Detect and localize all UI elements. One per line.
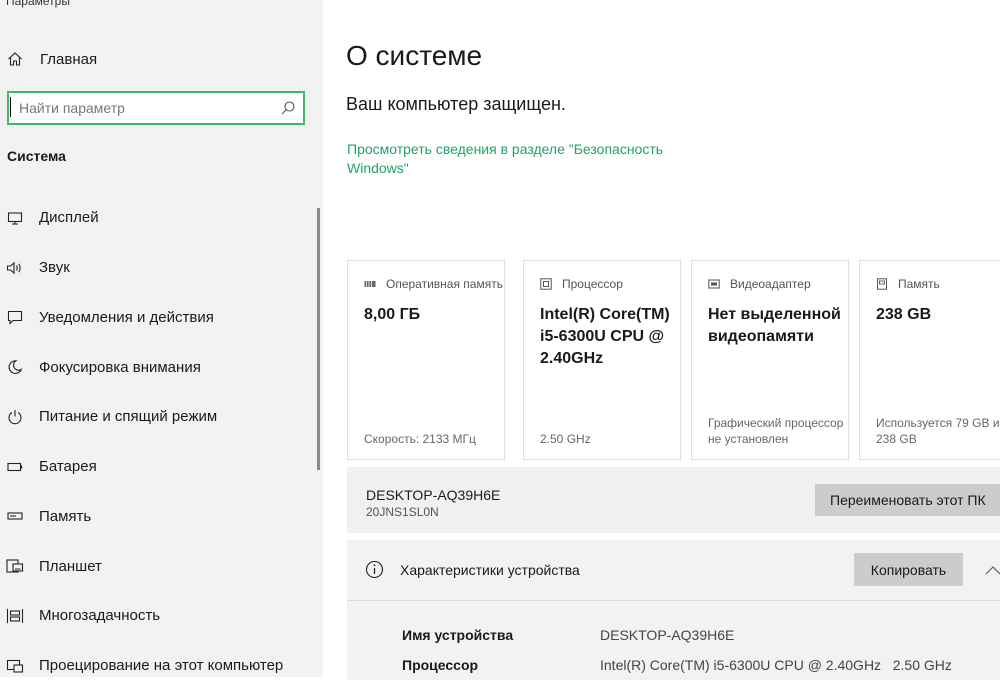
sidebar-item-label: Дисплей [39, 209, 99, 227]
sidebar-item-label: Многозадачность [39, 607, 161, 625]
search-box[interactable] [7, 91, 305, 125]
nav-home[interactable]: Главная [0, 45, 323, 73]
sidebar-item-multitasking[interactable]: Многозадачность [0, 591, 318, 641]
notifications-icon [6, 309, 24, 326]
pc-model: 20JNS1SL0N [366, 505, 439, 519]
text-cursor [10, 97, 11, 117]
security-link[interactable]: Просмотреть сведения в разделе "Безопасн… [347, 140, 687, 178]
search-input[interactable] [9, 93, 269, 123]
home-icon [7, 51, 23, 67]
card-footer: 2.50 GHz [540, 432, 591, 446]
pc-name: DESKTOP-AQ39H6E [366, 487, 501, 503]
card-footer: Используется 79 GB из 238 GB [876, 416, 1000, 446]
projecting-icon [6, 658, 24, 674]
card-footer: Графический процессор не установлен [708, 416, 844, 446]
card-processor: Процессор Intel(R) Core(TM) i5-6300U CPU… [523, 260, 681, 460]
spec-value: DESKTOP-AQ39H6E [600, 627, 735, 643]
device-specs-panel: Характеристики устройства Копировать Имя… [347, 540, 1000, 680]
sidebar-item-sound[interactable]: Звук [0, 243, 318, 293]
card-label: Память [898, 277, 940, 291]
sidebar-item-battery[interactable]: Батарея [0, 442, 318, 492]
card-value: 238 GB [876, 306, 932, 323]
nav-home-label: Главная [40, 50, 98, 68]
sidebar-item-notifications[interactable]: Уведомления и действия [0, 293, 318, 343]
card-label: Процессор [562, 277, 623, 291]
spec-key: Имя устройства [402, 627, 514, 643]
copy-button[interactable]: Копировать [854, 553, 963, 586]
device-specs-title: Характеристики устройства [400, 562, 580, 578]
processor-icon [540, 278, 552, 290]
chevron-up-icon[interactable] [985, 562, 1000, 580]
card-value: Нет выделенной видеопамяти [708, 306, 841, 345]
battery-icon [6, 459, 24, 475]
protection-status: Ваш компьютер защищен. [346, 94, 566, 114]
sidebar-item-storage[interactable]: Память [0, 492, 318, 542]
focus-assist-icon [6, 359, 24, 375]
pc-name-panel: DESKTOP-AQ39H6E 20JNS1SL0N Переименовать… [347, 467, 1000, 533]
sidebar-item-label: Проецирование на этот компьютер [39, 657, 284, 675]
search-icon[interactable] [280, 100, 296, 121]
spec-value: Intel(R) Core(TM) i5-6300U CPU @ 2.40GHz… [600, 657, 952, 673]
sidebar-item-label: Фокусировка внимания [39, 358, 201, 376]
sidebar-item-power[interactable]: Питание и спящий режим [0, 392, 318, 442]
card-label: Оперативная память [386, 277, 503, 291]
sidebar-item-label: Питание и спящий режим [39, 408, 218, 426]
rename-pc-button[interactable]: Переименовать этот ПК [815, 484, 1000, 516]
sidebar-item-projecting[interactable]: Проецирование на этот компьютер [0, 641, 318, 691]
multitasking-icon [6, 608, 24, 624]
card-value: 8,00 ГБ [364, 306, 421, 323]
sidebar-item-label: Звук [39, 259, 70, 277]
info-icon [365, 560, 384, 584]
section-title: Система [7, 148, 66, 164]
sidebar-item-label: Батарея [39, 458, 97, 476]
ram-icon [364, 278, 376, 290]
sidebar-item-display[interactable]: Дисплей [0, 193, 318, 243]
card-video-adapter: Видеоадаптер Нет выделенной видеопамяти … [691, 260, 849, 460]
sidebar: Параметры Главная Система Дисплей Звук [0, 0, 323, 677]
sidebar-scrollbar[interactable] [317, 208, 320, 470]
sidebar-item-focus-assist[interactable]: Фокусировка внимания [0, 342, 318, 392]
device-specs-header[interactable]: Характеристики устройства Копировать [347, 540, 1000, 601]
tablet-icon [6, 558, 24, 574]
card-value: Intel(R) Core(TM) i5-6300U CPU @ 2.40GHz [540, 306, 670, 367]
app-title: Параметры [6, 0, 70, 8]
card-ram: Оперативная память 8,00 ГБ Скорость: 213… [347, 260, 505, 460]
storage-card-icon [876, 278, 888, 290]
video-adapter-icon [708, 278, 720, 290]
sidebar-item-label: Память [39, 507, 92, 525]
page-title: О системе [346, 40, 483, 71]
power-icon [6, 409, 24, 425]
card-footer: Скорость: 2133 МГц [364, 432, 476, 446]
sidebar-item-label: Уведомления и действия [39, 308, 214, 326]
display-icon [6, 210, 24, 226]
card-label: Видеоадаптер [730, 277, 811, 291]
spec-key: Процессор [402, 657, 479, 673]
nav-list: Дисплей Звук Уведомления и действия Фоку… [0, 193, 318, 691]
sound-icon [6, 260, 24, 276]
sidebar-item-tablet[interactable]: Планшет [0, 541, 318, 591]
sidebar-item-label: Планшет [39, 557, 102, 575]
storage-icon [6, 508, 24, 524]
card-storage: Память 238 GB Используется 79 GB из 238 … [859, 260, 1000, 460]
